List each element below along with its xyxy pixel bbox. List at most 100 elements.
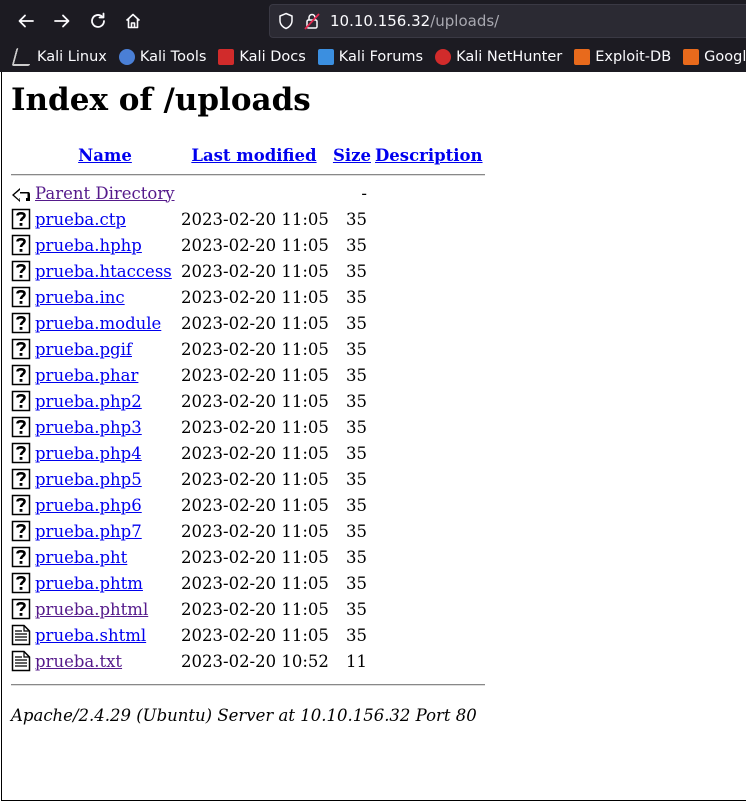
file-description — [373, 544, 485, 570]
table-row: prueba.php5 2023-02-20 11:05 35 — [11, 466, 485, 492]
insecure-lock-icon[interactable] — [304, 12, 320, 30]
file-modified: 2023-02-20 11:05 — [181, 547, 329, 567]
back-arrow-icon — [18, 14, 34, 28]
file-link[interactable]: prueba.php6 — [35, 496, 142, 515]
sort-by-size-link[interactable]: Size — [333, 146, 371, 165]
unknown-file-icon — [11, 206, 33, 232]
file-link[interactable]: prueba.php7 — [35, 522, 142, 541]
bookmark-kali-nethunter[interactable]: Kali NetHunter — [435, 49, 562, 65]
file-link[interactable]: prueba.shtml — [35, 626, 146, 645]
table-row: prueba.php6 2023-02-20 11:05 35 — [11, 492, 485, 518]
kali-tools-icon — [118, 49, 135, 65]
home-icon — [125, 13, 141, 29]
file-size: 35 — [346, 235, 367, 255]
file-link[interactable]: prueba.hphp — [35, 236, 142, 255]
url-bar[interactable]: 10.10.156.32/uploads/ — [269, 4, 746, 38]
file-name-cell: prueba.php3 — [33, 414, 177, 440]
file-modified: 2023-02-20 11:05 — [181, 599, 329, 619]
bookmark-kali-docs[interactable]: Kali Docs — [218, 49, 306, 65]
page-title: Index of /uploads — [11, 82, 311, 118]
google-hacking-icon — [683, 49, 700, 65]
file-link[interactable]: prueba.htaccess — [35, 262, 172, 281]
file-name-cell: prueba.hphp — [33, 232, 177, 258]
table-row: prueba.inc 2023-02-20 11:05 35 — [11, 284, 485, 310]
file-link[interactable]: prueba.phar — [35, 366, 138, 385]
kali-nethunter-icon — [435, 49, 452, 65]
file-link[interactable]: prueba.module — [35, 314, 161, 333]
url-text[interactable]: 10.10.156.32/uploads/ — [330, 12, 499, 30]
file-description — [373, 388, 485, 414]
back-button[interactable] — [11, 6, 41, 36]
table-row: prueba.shtml 2023-02-20 11:05 35 — [11, 622, 485, 648]
parent-description — [373, 180, 485, 206]
table-row: prueba.txt 2023-02-20 10:52 11 — [11, 648, 485, 674]
file-size: 35 — [346, 209, 367, 229]
file-modified: 2023-02-20 10:52 — [181, 651, 329, 671]
file-link[interactable]: prueba.txt — [35, 652, 122, 671]
unknown-file-icon — [11, 362, 33, 388]
file-modified: 2023-02-20 11:05 — [181, 495, 329, 515]
sort-by-modified-link[interactable]: Last modified — [191, 146, 316, 165]
parent-directory-link[interactable]: Parent Directory — [35, 184, 175, 203]
bookmark-kali-tools[interactable]: Kali Tools — [118, 49, 206, 65]
unknown-file-icon — [11, 232, 33, 258]
file-name-cell: prueba.php5 — [33, 466, 177, 492]
file-modified: 2023-02-20 11:05 — [181, 339, 329, 359]
file-name-cell: prueba.php6 — [33, 492, 177, 518]
file-description — [373, 440, 485, 466]
file-link[interactable]: prueba.phtml — [35, 600, 148, 619]
file-link[interactable]: prueba.pgif — [35, 340, 132, 359]
table-row: prueba.hphp 2023-02-20 11:05 35 — [11, 232, 485, 258]
shield-icon[interactable] — [278, 12, 294, 30]
bookmark-exploit-db[interactable]: Exploit-DB — [574, 49, 671, 65]
file-link[interactable]: prueba.inc — [35, 288, 125, 307]
file-description — [373, 206, 485, 232]
file-modified: 2023-02-20 11:05 — [181, 235, 329, 255]
unknown-file-icon — [11, 570, 33, 596]
file-size: 35 — [346, 625, 367, 645]
bookmark-google-hacking[interactable]: Google Hacking — [683, 49, 746, 65]
file-link[interactable]: prueba.php4 — [35, 444, 142, 463]
unknown-file-icon — [11, 518, 33, 544]
table-row: prueba.ctp 2023-02-20 11:05 35 — [11, 206, 485, 232]
file-name-cell: prueba.module — [33, 310, 177, 336]
file-size: 35 — [346, 599, 367, 619]
url-host: 10.10.156.32 — [330, 12, 431, 30]
table-row: prueba.phtml 2023-02-20 11:05 35 — [11, 596, 485, 622]
bookmark-label: Kali Linux — [37, 49, 107, 65]
exploit-db-icon — [574, 49, 591, 65]
file-name-cell: prueba.phtml — [33, 596, 177, 622]
file-link[interactable]: prueba.pht — [35, 548, 127, 567]
bookmark-kali-forums[interactable]: Kali Forums — [317, 49, 423, 65]
file-link[interactable]: prueba.php3 — [35, 418, 142, 437]
sort-by-description-link[interactable]: Description — [375, 146, 483, 165]
table-row: prueba.php3 2023-02-20 11:05 35 — [11, 414, 485, 440]
file-modified: 2023-02-20 11:05 — [181, 469, 329, 489]
kali-forums-icon — [317, 49, 334, 65]
unknown-file-icon — [11, 596, 33, 622]
file-description — [373, 648, 485, 674]
file-name-cell: prueba.pht — [33, 544, 177, 570]
file-link[interactable]: prueba.php5 — [35, 470, 142, 489]
file-description — [373, 414, 485, 440]
bookmarks-toolbar: Kali Linux Kali Tools Kali Docs Kali Forums… — [0, 43, 746, 71]
file-link[interactable]: prueba.phtm — [35, 574, 143, 593]
file-size: 35 — [346, 469, 367, 489]
file-name-cell: prueba.phar — [33, 362, 177, 388]
file-modified: 2023-02-20 11:05 — [181, 521, 329, 541]
sort-by-name-link[interactable]: Name — [78, 146, 132, 165]
file-size: 35 — [346, 495, 367, 515]
parent-modified — [177, 180, 331, 206]
file-link[interactable]: prueba.ctp — [35, 210, 126, 229]
file-description — [373, 570, 485, 596]
bookmark-kali-linux[interactable]: Kali Linux — [11, 48, 107, 66]
file-description — [373, 518, 485, 544]
home-button[interactable] — [118, 6, 148, 36]
forward-button[interactable] — [47, 6, 77, 36]
file-size: 35 — [346, 443, 367, 463]
unknown-file-icon — [11, 440, 33, 466]
file-link[interactable]: prueba.php2 — [35, 392, 142, 411]
reload-button[interactable] — [83, 6, 113, 36]
table-row: prueba.htaccess 2023-02-20 11:05 35 — [11, 258, 485, 284]
file-description — [373, 232, 485, 258]
